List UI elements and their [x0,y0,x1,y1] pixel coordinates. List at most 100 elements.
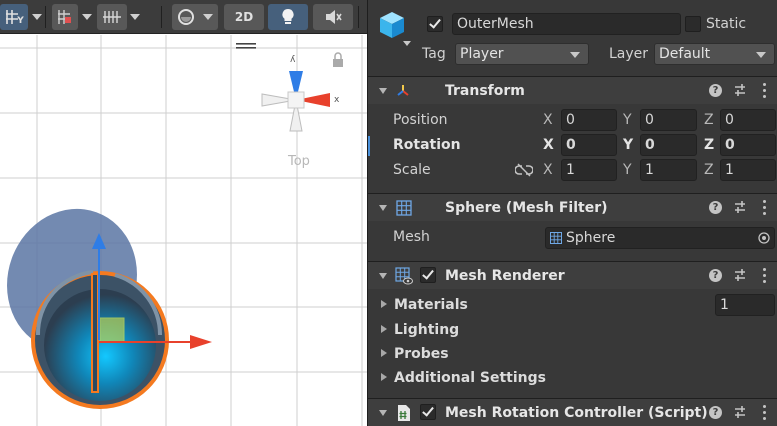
check-icon [429,16,441,29]
toggle-2d-button[interactable]: 2D [224,4,264,30]
scale-y-input[interactable]: 1 [640,159,697,181]
tag-label: Tag [422,46,446,62]
increment-snap-button[interactable] [52,4,78,30]
position-y-axis: Y [623,112,632,128]
preset-icon[interactable] [733,83,747,97]
probes-foldout-icon[interactable] [381,349,387,357]
script-enabled-checkbox[interactable] [420,404,436,420]
gameobject-icon-dropdown[interactable] [403,41,411,46]
script-component-header[interactable]: Mesh Rotation Controller (Script) ? [368,398,777,426]
grid-visibility-icon [103,11,121,23]
rotation-y-input[interactable]: 0 [640,134,697,156]
mesh-filter-header[interactable]: Sphere (Mesh Filter) ? [368,193,777,221]
layer-dropdown[interactable]: Default [654,43,775,65]
csharp-script-icon [398,405,410,421]
foldout-arrow-icon[interactable] [379,88,387,94]
chevron-down-icon [570,52,580,58]
toolbar-separator [45,6,46,28]
preset-icon[interactable] [733,268,747,282]
additional-settings-foldout-icon[interactable] [381,373,387,381]
scene-viewport [0,35,367,426]
gameobject-cube-icon [380,12,404,38]
position-y-input[interactable]: 0 [640,109,697,131]
grid-visibility-button[interactable] [97,4,127,30]
scale-label: Scale [393,162,431,178]
help-icon[interactable]: ? [709,269,722,282]
rotation-z-axis: Z [704,137,715,153]
static-checkbox[interactable] [685,16,701,32]
rotation-label: Rotation [393,137,461,153]
grid-snap-dropdown-icon[interactable] [32,14,42,20]
foldout-arrow-icon[interactable] [379,273,387,279]
check-icon [422,404,434,417]
kebab-menu-icon[interactable] [763,200,767,216]
static-label: Static [706,16,747,32]
foldout-arrow-icon[interactable] [379,205,387,211]
materials-count-input[interactable]: 1 [715,294,775,316]
kebab-menu-icon[interactable] [763,268,767,284]
additional-settings-label[interactable]: Additional Settings [394,369,546,387]
inspector-panel: OuterMesh Static Tag Player Layer Defaul… [367,0,777,426]
scale-x-input[interactable]: 1 [561,159,617,181]
scene-toolbar: Y 2D [0,0,367,34]
layer-label: Layer [609,46,649,62]
help-icon[interactable]: ? [709,406,722,419]
audio-mute-icon [326,10,342,24]
materials-label: Materials [394,297,468,313]
tag-dropdown[interactable]: Player [455,43,589,65]
scene-audio-button[interactable] [313,4,353,30]
position-label: Position [393,112,448,128]
help-icon[interactable]: ? [709,201,722,214]
draw-mode-dropdown-icon[interactable] [203,14,213,20]
help-icon[interactable]: ? [709,84,722,97]
object-picker-icon[interactable] [758,232,770,244]
foldout-arrow-icon[interactable] [379,410,387,416]
transform-header[interactable]: Transform ? [368,76,777,104]
mesh-renderer-enabled-checkbox[interactable] [420,267,436,283]
grid-visibility-dropdown-icon[interactable] [130,14,140,20]
kebab-menu-icon[interactable] [763,405,767,421]
position-x-axis: X [543,112,553,128]
materials-foldout-icon[interactable] [381,300,387,308]
rotation-row-indicator [368,136,370,156]
layer-value: Default [659,46,711,62]
transform-title: Transform [445,83,525,99]
constrain-proportions-icon[interactable] [515,163,533,177]
scale-y-axis: Y [623,162,632,178]
position-z-input[interactable]: 0 [720,109,776,131]
scale-z-input[interactable]: 1 [720,159,776,181]
active-checkbox[interactable] [427,16,443,32]
preset-icon[interactable] [733,200,747,214]
scene-view[interactable]: Y 2D y x Top [0,0,367,426]
probes-label[interactable]: Probes [394,345,449,363]
scale-x-axis: X [543,162,553,178]
gameobject-name-input[interactable]: OuterMesh [452,13,681,35]
script-component-title: Mesh Rotation Controller (Script) [445,405,708,421]
mesh-filter-title: Sphere (Mesh Filter) [445,200,608,216]
mesh-object-field[interactable]: Sphere [545,227,775,249]
increment-snap-icon [58,10,71,24]
mesh-renderer-header[interactable]: Mesh Renderer ? [368,261,777,289]
rotation-x-axis: X [543,137,554,153]
transform-icon [397,85,409,96]
toolbar-separator [161,6,162,28]
scale-z-axis: Z [704,162,714,178]
grid-snap-button[interactable]: Y [0,4,28,30]
mesh-asset-icon [550,232,562,244]
rotation-x-input[interactable]: 0 [561,134,617,156]
position-x-input[interactable]: 0 [561,109,617,131]
gizmo-view-label: Top [288,154,310,169]
lighting-label[interactable]: Lighting [394,321,459,339]
scene-lighting-button[interactable] [268,4,308,30]
chevron-down-icon [756,52,766,58]
rotation-z-input[interactable]: 0 [720,134,776,156]
tag-value: Player [460,46,504,62]
kebab-menu-icon[interactable] [763,83,767,99]
lighting-foldout-icon[interactable] [381,325,387,333]
shaded-sphere-icon [178,9,194,25]
mesh-value: Sphere [566,230,616,246]
preset-icon[interactable] [733,405,747,419]
scene-canvas[interactable]: y x Top [0,35,367,426]
mesh-filter-icon [396,200,412,216]
increment-snap-dropdown-icon[interactable] [82,14,92,20]
